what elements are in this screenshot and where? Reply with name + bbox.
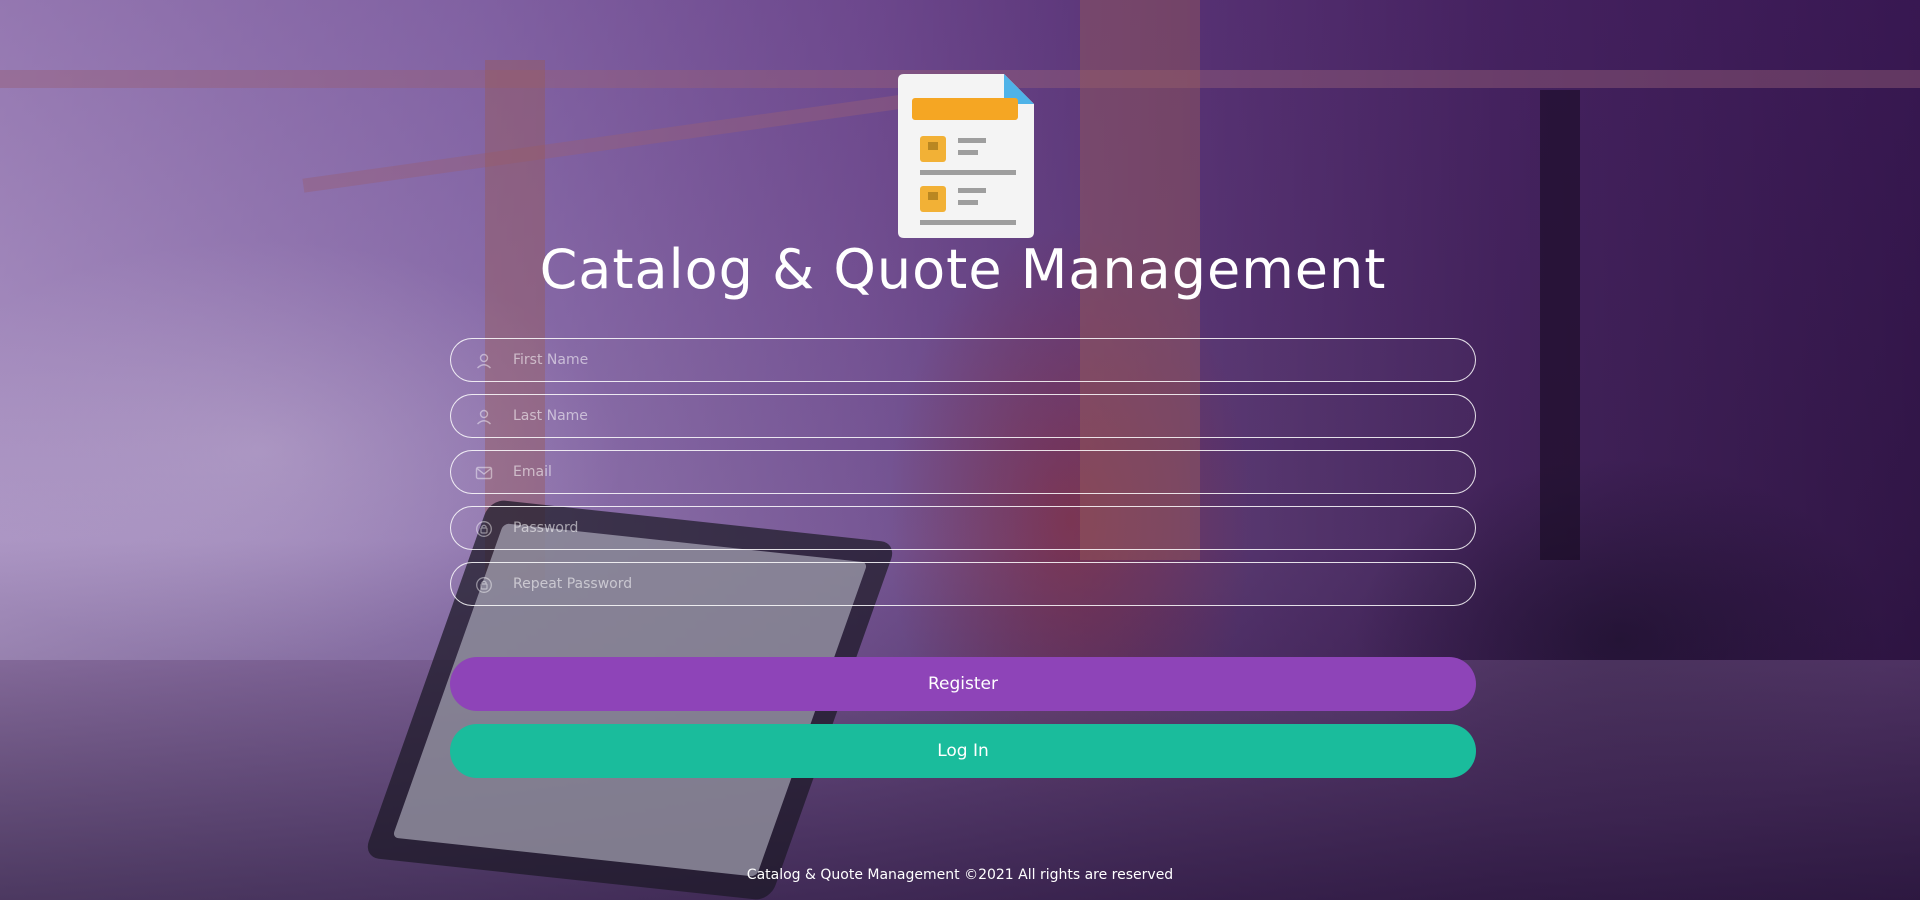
envelope-icon <box>475 466 493 480</box>
catalog-document-icon <box>898 74 1034 238</box>
password-input[interactable] <box>513 507 1413 549</box>
dark-column <box>1540 90 1580 560</box>
first-name-field-wrapper <box>450 338 1476 382</box>
page-title: Catalog & Quote Management <box>539 238 1387 301</box>
password-field-wrapper <box>450 506 1476 550</box>
email-input[interactable] <box>513 451 1413 493</box>
last-name-field-wrapper <box>450 394 1476 438</box>
repeat-password-field-wrapper <box>450 562 1476 606</box>
register-button[interactable]: Register <box>450 657 1476 711</box>
login-button[interactable]: Log In <box>450 724 1476 778</box>
footer-copyright: Catalog & Quote Management ©2021 All rig… <box>746 867 1174 883</box>
user-icon <box>477 353 491 369</box>
lock-icon <box>476 521 492 537</box>
lock-icon <box>476 577 492 593</box>
repeat-password-input[interactable] <box>513 563 1413 605</box>
first-name-input[interactable] <box>513 339 1413 381</box>
register-panel: Catalog & Quote Management First Name La… <box>450 0 1476 900</box>
email-field-wrapper <box>450 450 1476 494</box>
user-icon <box>477 409 491 425</box>
last-name-input[interactable] <box>513 395 1413 437</box>
register-form <box>450 338 1476 618</box>
